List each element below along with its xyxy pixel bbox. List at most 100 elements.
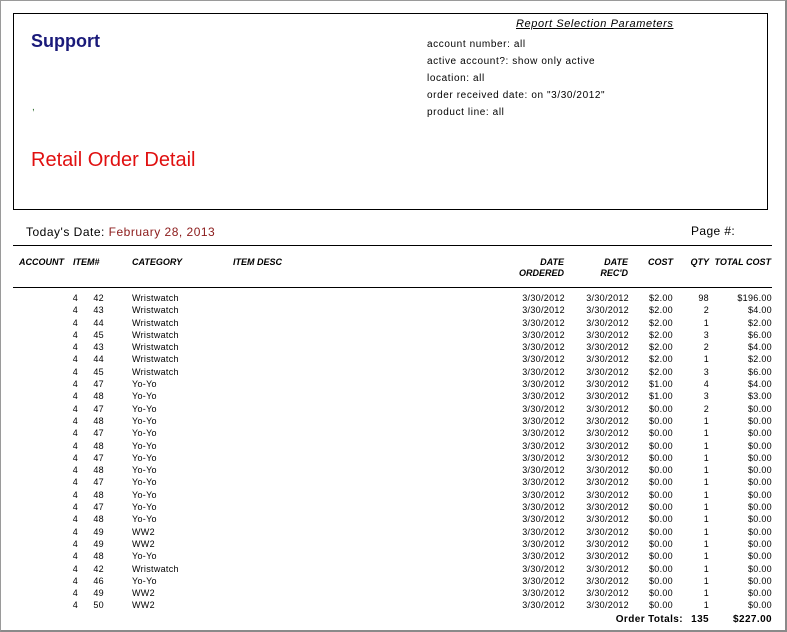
cell-date-recd: 3/30/2012 [586,329,629,340]
col-total-cost: TOTAL COST [714,257,771,267]
cell-item: 47 [93,403,104,414]
cell-date-ordered: 3/30/2012 [522,538,565,549]
cell-category: Yo-Yo [132,514,157,525]
cell-qty: 1 [703,551,709,562]
cell-cost: $2.00 [648,305,673,316]
cell-cost: $1.00 [648,391,673,402]
cell-date-ordered: 3/30/2012 [522,329,565,340]
cell-date-recd: 3/30/2012 [586,379,629,390]
cell-category: Yo-Yo [132,551,157,562]
cell-date-ordered: 3/30/2012 [522,403,565,414]
cell-date-recd: 3/30/2012 [586,563,629,574]
table-row: 4 47 Yo-Yo 3/30/2012 3/30/2012 $0.00 1 $0.00 [13,452,773,464]
cell-account: 4 [72,575,78,586]
table-row: 4 48 Yo-Yo 3/30/2012 3/30/2012 $0.00 1 $0.00 [13,415,773,427]
cell-item: 48 [93,551,104,562]
cell-category: Yo-Yo [132,452,157,463]
todays-date: Today's Date: February 28, 2013 [26,225,215,239]
cell-account: 4 [72,428,78,439]
cell-qty: 1 [703,465,709,476]
cell-total-cost: $4.00 [747,342,772,353]
cell-qty: 3 [703,391,709,402]
cell-qty: 1 [703,477,709,488]
cell-date-ordered: 3/30/2012 [522,588,565,599]
cell-cost: $0.00 [648,440,673,451]
table-row: 4 45 Wristwatch 3/30/2012 3/30/2012 $2.00 3 $6.… [13,329,773,341]
cell-date-ordered: 3/30/2012 [522,452,565,463]
table-row: 4 45 Wristwatch 3/30/2012 3/30/2012 $2.00 3 $6.… [13,366,773,378]
col-category: CATEGORY [132,257,183,267]
cell-total-cost: $0.00 [747,477,772,488]
cell-category: Yo-Yo [132,465,157,476]
cell-date-recd: 3/30/2012 [586,465,629,476]
cell-category: WW2 [132,600,155,611]
report-header-box: Support , Retail Order Detail Report Sel… [13,13,768,210]
cell-total-cost: $0.00 [747,563,772,574]
cell-total-cost: $0.00 [747,551,772,562]
cell-category: Yo-Yo [132,379,157,390]
report-window: Support , Retail Order Detail Report Sel… [0,0,787,632]
cell-item: 47 [93,502,104,513]
col-cost: COST [647,257,673,267]
cell-item: 42 [93,293,104,303]
order-totals-cost: $227.00 [733,614,772,625]
table-row: 4 47 Yo-Yo 3/30/2012 3/30/2012 $0.00 1 $0.00 [13,501,773,513]
cell-date-recd: 3/30/2012 [586,600,629,611]
cell-account: 4 [72,415,78,426]
cell-qty: 98 [698,293,709,303]
col-date-recd-2: REC'D [600,268,628,278]
cell-date-recd: 3/30/2012 [586,293,629,303]
col-date-ordered-1: DATE [540,257,564,267]
cell-account: 4 [72,563,78,574]
cell-cost: $0.00 [648,551,673,562]
cell-account: 4 [72,514,78,525]
cell-date-recd: 3/30/2012 [586,415,629,426]
cell-category: Wristwatch [132,317,179,328]
cell-total-cost: $6.00 [747,329,772,340]
cell-item: 49 [93,588,104,599]
cell-category: Yo-Yo [132,477,157,488]
cell-qty: 2 [703,403,709,414]
table-row: 4 44 Wristwatch 3/30/2012 3/30/2012 $2.00 1 $2.… [13,353,773,365]
cell-date-ordered: 3/30/2012 [522,342,565,353]
order-totals-qty: 135 [691,614,709,625]
cell-total-cost: $0.00 [747,526,772,537]
cell-cost: $0.00 [648,538,673,549]
table-row: 4 48 Yo-Yo 3/30/2012 3/30/2012 $0.00 1 $0.00 [13,489,773,501]
page-number-label: Page #: [691,224,736,238]
cell-category: Wristwatch [132,342,179,353]
cell-date-ordered: 3/30/2012 [522,440,565,451]
cell-date-recd: 3/30/2012 [586,391,629,402]
cell-category: WW2 [132,588,155,599]
cell-account: 4 [72,329,78,340]
col-item-desc: ITEM DESC [233,257,283,267]
cell-date-ordered: 3/30/2012 [522,391,565,402]
table-row: 4 47 Yo-Yo 3/30/2012 3/30/2012 $1.00 4 $4.00 [13,378,773,390]
cell-item: 49 [93,538,104,549]
cell-item: 44 [93,354,104,365]
cell-category: Yo-Yo [132,575,157,586]
cell-date-ordered: 3/30/2012 [522,502,565,513]
cell-cost: $2.00 [648,317,673,328]
cell-date-recd: 3/30/2012 [586,354,629,365]
cell-account: 4 [72,465,78,476]
cell-account: 4 [72,354,78,365]
cell-date-ordered: 3/30/2012 [522,551,565,562]
cell-cost: $2.00 [648,329,673,340]
cell-qty: 1 [703,415,709,426]
cell-cost: $0.00 [648,489,673,500]
cell-qty: 3 [703,329,709,340]
cell-cost: $0.00 [648,403,673,414]
cell-total-cost: $0.00 [747,440,772,451]
cell-date-ordered: 3/30/2012 [522,305,565,316]
cell-qty: 2 [703,342,709,353]
cell-qty: 1 [703,502,709,513]
cell-account: 4 [72,588,78,599]
cell-cost: $0.00 [648,465,673,476]
order-totals-label: Order Totals: [615,614,683,625]
cell-date-recd: 3/30/2012 [586,428,629,439]
col-date-ordered-2: ORDERED [518,268,564,278]
table-row: 4 47 Yo-Yo 3/30/2012 3/30/2012 $0.00 1 $0.00 [13,476,773,488]
cell-account: 4 [72,551,78,562]
cell-date-ordered: 3/30/2012 [522,600,565,611]
